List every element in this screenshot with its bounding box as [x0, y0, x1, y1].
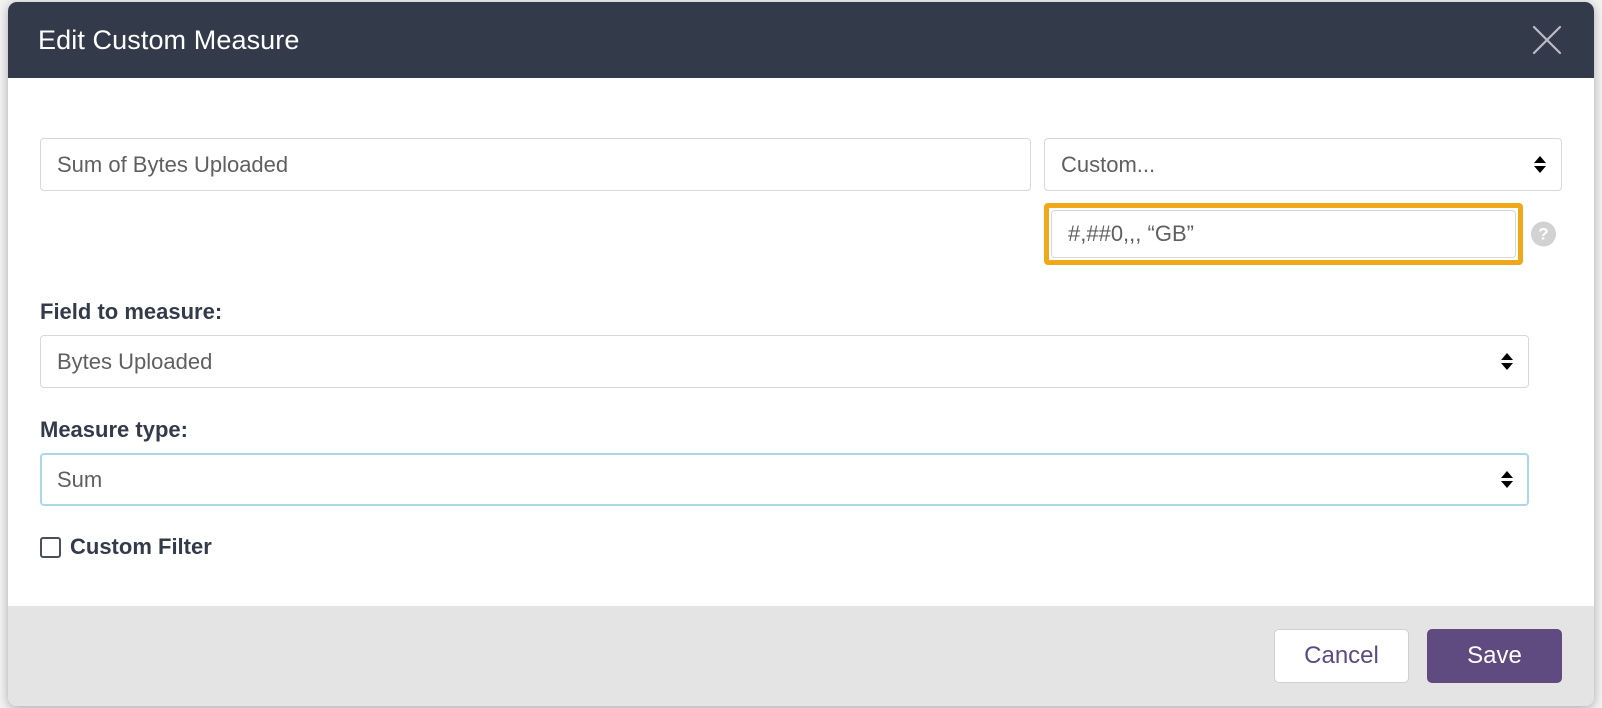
close-icon — [1530, 23, 1564, 57]
custom-format-input[interactable] — [1051, 210, 1516, 258]
custom-filter-checkbox-row[interactable]: Custom Filter — [40, 534, 212, 560]
format-type-select[interactable]: Custom... — [1044, 138, 1562, 191]
field-to-measure-group: Field to measure: Bytes Uploaded — [40, 299, 1562, 388]
measure-type-select[interactable]: Sum — [40, 453, 1529, 506]
measure-type-group: Measure type: Sum — [40, 417, 1562, 506]
cancel-button[interactable]: Cancel — [1274, 629, 1409, 683]
custom-filter-label: Custom Filter — [70, 534, 212, 559]
field-to-measure-select-value: Bytes Uploaded — [57, 348, 213, 374]
measure-name-column — [40, 138, 1031, 191]
chevron-updown-icon — [1500, 351, 1514, 373]
measure-type-select-value: Sum — [57, 466, 103, 492]
chevron-updown-icon — [1500, 469, 1514, 491]
chevron-updown-icon — [1533, 154, 1547, 176]
measure-name-and-format-row: Custom... ? — [40, 78, 1562, 265]
dialog-title: Edit Custom Measure — [38, 24, 300, 55]
save-button[interactable]: Save — [1427, 629, 1562, 683]
custom-format-highlight: ? — [1044, 203, 1556, 265]
dialog-footer: Cancel Save — [8, 606, 1594, 706]
format-column: Custom... ? — [1044, 138, 1562, 265]
screen: Edit Custom Measure Custom... — [0, 0, 1602, 708]
dialog-body: Custom... ? Field to measure: Bytes Uplo… — [8, 78, 1594, 606]
dialog-header: Edit Custom Measure — [8, 2, 1594, 78]
field-to-measure-select[interactable]: Bytes Uploaded — [40, 335, 1529, 388]
field-to-measure-label: Field to measure: — [40, 299, 223, 324]
close-button[interactable] — [1526, 19, 1568, 61]
help-icon[interactable]: ? — [1531, 221, 1556, 247]
measure-name-input[interactable] — [40, 138, 1031, 191]
edit-custom-measure-dialog: Edit Custom Measure Custom... — [8, 2, 1594, 706]
format-type-select-value: Custom... — [1061, 151, 1156, 177]
custom-filter-checkbox[interactable] — [40, 536, 61, 558]
measure-type-label: Measure type: — [40, 417, 188, 442]
